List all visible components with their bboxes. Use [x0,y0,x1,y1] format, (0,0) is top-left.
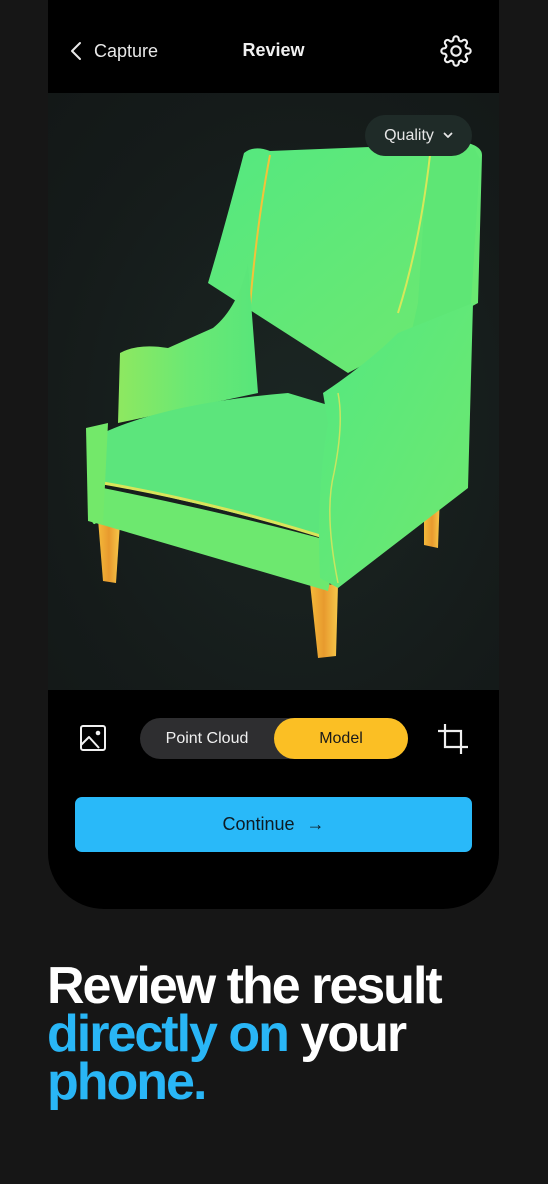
chevron-down-icon [443,132,453,138]
gear-icon[interactable] [440,35,472,67]
quality-dropdown[interactable]: Quality [365,115,472,156]
chevron-left-icon [71,42,81,60]
continue-button[interactable]: Continue → [75,797,472,852]
headline-part-3: your [300,1005,407,1063]
model-viewport[interactable]: Quality [48,93,499,690]
quality-label: Quality [384,126,434,144]
arrow-right-icon: → [306,814,325,834]
image-icon[interactable] [79,724,107,752]
continue-label: Continue [222,814,295,834]
view-mode-toggle: Point Cloud Model [140,718,408,759]
headline-part-4: phone. [47,1053,207,1111]
chair-leg [310,583,338,658]
segment-model[interactable]: Model [274,718,408,759]
marketing-headline: Review the result directly on your phone… [47,960,527,1108]
back-button[interactable]: Capture [70,37,158,65]
top-bar: Capture Review [48,0,499,93]
crop-icon[interactable] [436,722,470,756]
phone-frame: Capture Review Quality Point Cloud Model… [48,0,499,909]
back-label: Capture [94,40,159,61]
view-controls: Point Cloud Model [48,690,499,790]
chair-model [86,143,482,658]
page-title: Review [242,40,305,60]
segment-point-cloud[interactable]: Point Cloud [140,718,274,759]
